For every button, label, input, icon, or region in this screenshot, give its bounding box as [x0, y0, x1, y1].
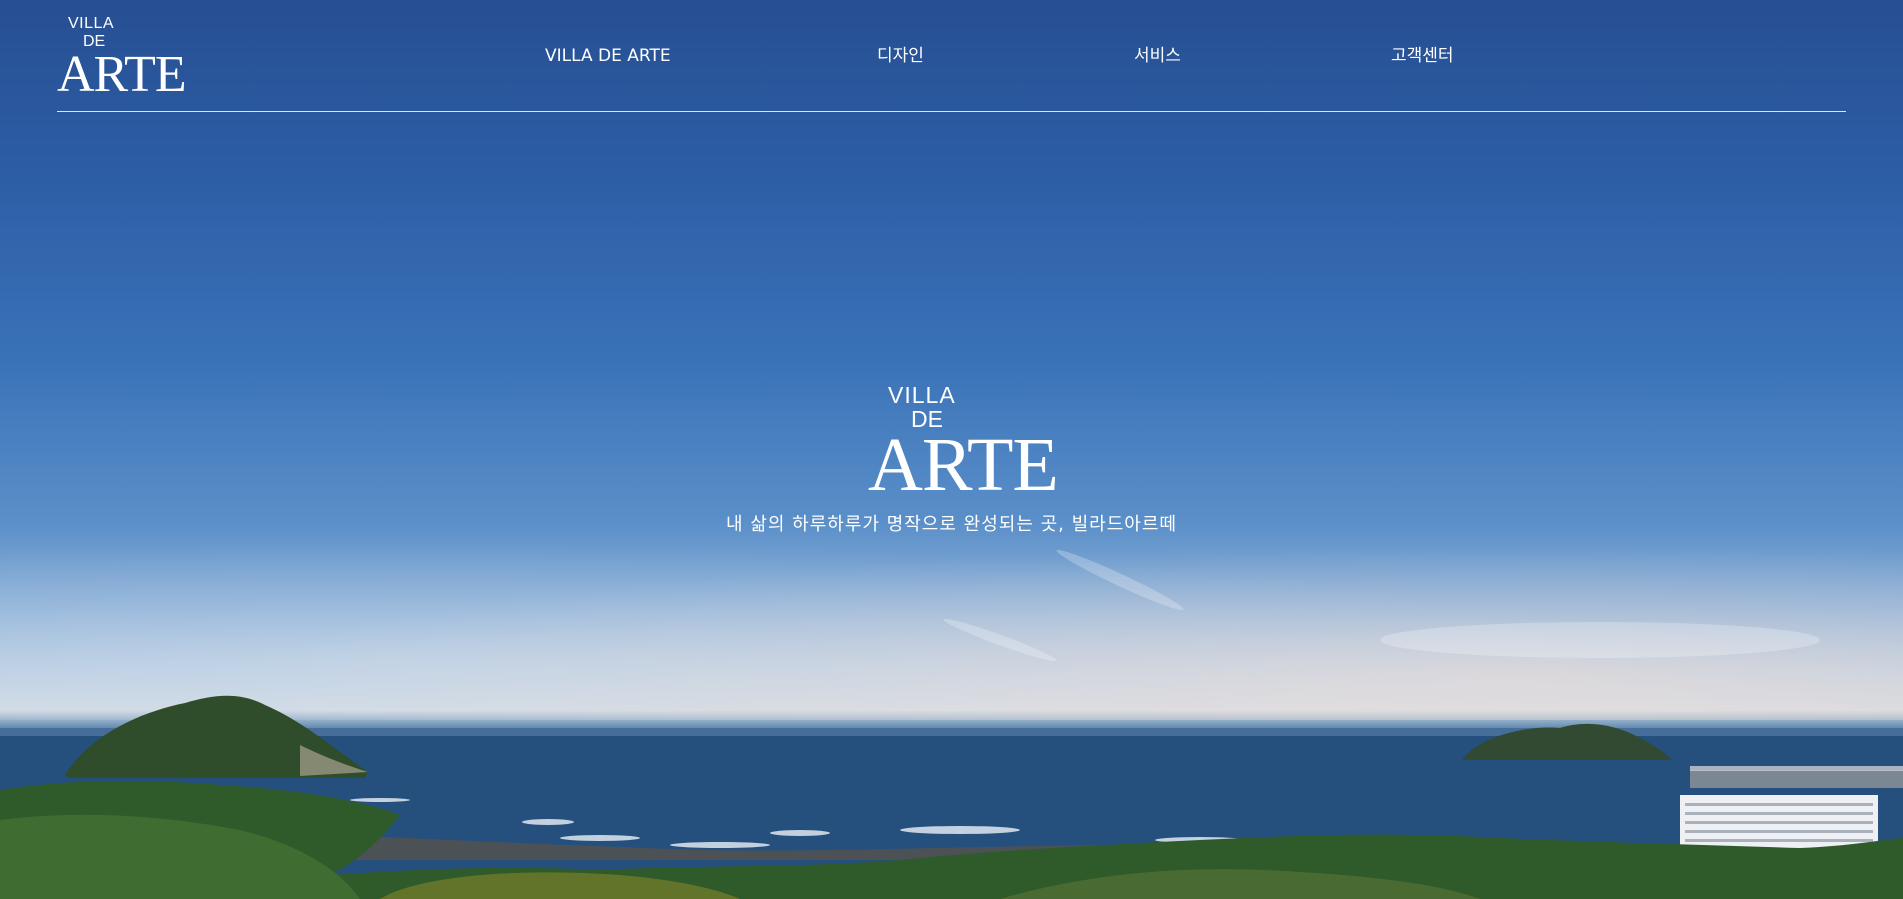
hero-tagline: 내 삶의 하루하루가 명작으로 완성되는 곳, 빌라드아르떼: [726, 514, 1177, 535]
hero-logo-line1: VILLA: [888, 382, 956, 408]
site-header: VILLA DE ARTE VILLA DE ARTE 디자인 서비스 고객센터: [57, 0, 1846, 112]
nav-item-customer-center[interactable]: 고객센터: [1391, 44, 1454, 68]
header-logo-line1: VILLA: [68, 15, 115, 32]
hero-logo: VILLA DE ARTE: [868, 382, 1059, 503]
main-nav: VILLA DE ARTE 디자인 서비스 고객센터: [57, 44, 1846, 68]
nav-item-design[interactable]: 디자인: [877, 44, 924, 68]
hero-background: VILLA DE ARTE VILLA DE ARTE 디자인 서비스 고객센터…: [0, 0, 1903, 899]
nav-item-service[interactable]: 서비스: [1134, 44, 1181, 68]
nav-item-villa-de-arte[interactable]: VILLA DE ARTE: [545, 44, 671, 68]
hero-logo-line3: ARTE: [868, 423, 1059, 507]
